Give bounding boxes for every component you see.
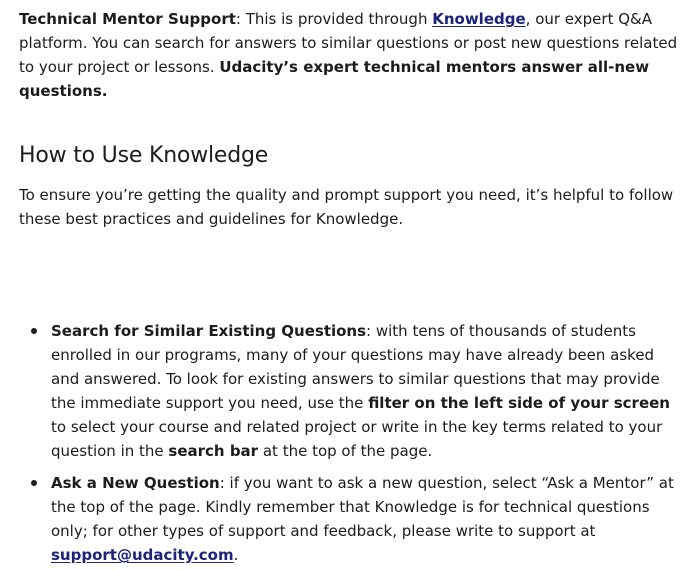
guidelines-list: Search for Similar Existing Questions: w… xyxy=(19,319,677,567)
knowledge-link[interactable]: Knowledge xyxy=(432,10,525,28)
content-page: Technical Mentor Support: This is provid… xyxy=(0,0,691,570)
intro-text-before-link: This is provided through xyxy=(245,10,433,28)
bullet-icon xyxy=(31,480,37,486)
item1-bold1: filter on the left side of your screen xyxy=(368,394,670,412)
intro-separator: : xyxy=(235,10,246,28)
section-heading: How to Use Knowledge xyxy=(19,143,269,168)
intro-paragraph: Technical Mentor Support: This is provid… xyxy=(19,7,679,103)
item1-label: Search for Similar Existing Questions xyxy=(51,322,367,340)
item2-label: Ask a New Question xyxy=(51,474,220,492)
list-item-ask-question: Ask a New Question: if you want to ask a… xyxy=(31,471,681,567)
item1-text3: at the top of the page. xyxy=(258,442,433,460)
item1-bold2: search bar xyxy=(168,442,259,460)
bullet-icon xyxy=(31,328,37,334)
support-email-link[interactable]: support@udacity.com xyxy=(51,546,234,564)
item2-text2: . xyxy=(233,546,239,564)
section-description: To ensure you’re getting the quality and… xyxy=(19,186,674,228)
list-item-search-similar: Search for Similar Existing Questions: w… xyxy=(31,319,681,463)
intro-label: Technical Mentor Support xyxy=(19,10,236,28)
